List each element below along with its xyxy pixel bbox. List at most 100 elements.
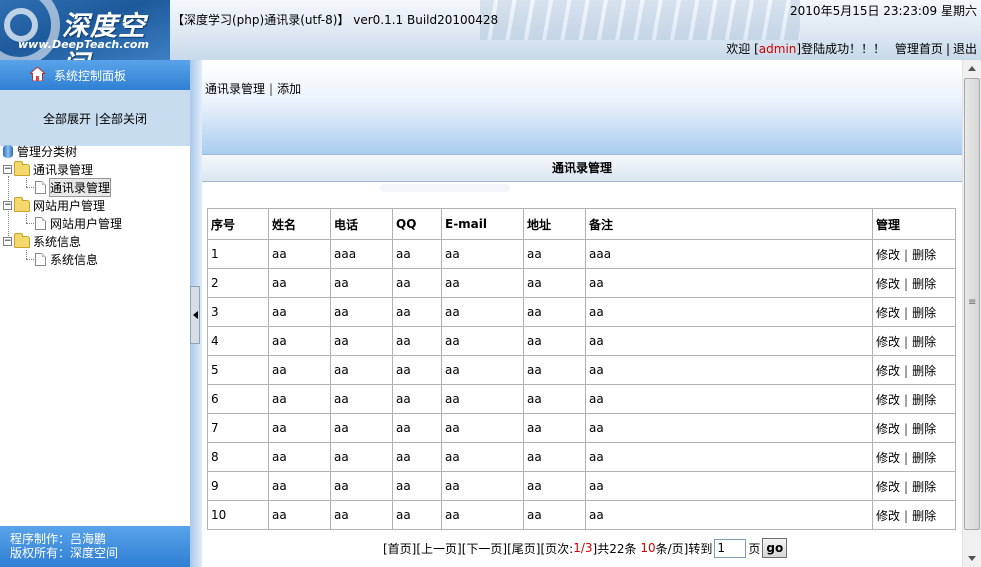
cell-email: aa [441, 471, 524, 501]
expand-bar: 全部展开 |全部关闭 [0, 90, 190, 146]
logout-link[interactable]: 退出 [953, 42, 977, 56]
header: 深度空间 www.DeepTeach.com 【深度学习(php)通讯录(utf… [0, 0, 981, 60]
edit-link[interactable]: 修改 [876, 248, 900, 262]
cell-id: 5 [207, 355, 269, 385]
table-row: 5 aa aa aa aa aa aa 修改 | 删除 [207, 355, 956, 385]
main-content: 通讯录管理 | 添加 通讯录管理 序号 姓名 电话 QQ E-mail 地址 备注 … [202, 60, 962, 567]
table-row: 1 aa aaa aa aa aa aaa 修改 | 删除 [207, 239, 956, 269]
tree-node-system-info[interactable]: − 系统信息 [3, 232, 81, 250]
cell-phone: aaa [330, 239, 393, 269]
edit-link[interactable]: 修改 [876, 393, 900, 407]
delete-link[interactable]: 删除 [912, 451, 936, 465]
nav-add-link[interactable]: 添加 [277, 82, 301, 96]
edit-link[interactable]: 修改 [876, 306, 900, 320]
cell-id: 7 [207, 413, 269, 443]
cell-actions: 修改 | 删除 [872, 442, 956, 472]
tree-node-site-users[interactable]: − 网站用户管理 [3, 196, 105, 214]
last-page-link[interactable]: [尾页] [507, 540, 540, 557]
cell-name: aa [268, 355, 331, 385]
tree-leaf-label: 通讯录管理 [48, 178, 112, 197]
table-row: 10 aa aa aa aa aa aa 修改 | 删除 [207, 500, 956, 530]
delete-link[interactable]: 删除 [912, 306, 936, 320]
delete-link[interactable]: 删除 [912, 480, 936, 494]
cell-note: aaa [585, 239, 873, 269]
collapse-toggle-icon[interactable]: − [3, 237, 12, 246]
collapse-toggle-icon[interactable]: − [3, 165, 12, 174]
edit-link[interactable]: 修改 [876, 364, 900, 378]
cell-qq: aa [392, 413, 442, 443]
cell-id: 4 [207, 326, 269, 356]
panel-splitter[interactable] [190, 60, 202, 567]
table-row: 3 aa aa aa aa aa aa 修改 | 删除 [207, 297, 956, 327]
pagination: [首页] [上一页] [下一页] [尾页] [页次: 1/3]共22条 10 条/页… [383, 538, 788, 558]
cell-phone: aa [330, 500, 393, 530]
cell-address: aa [523, 413, 586, 443]
cell-actions: 修改 | 删除 [872, 326, 956, 356]
cell-qq: aa [392, 442, 442, 472]
cell-id: 6 [207, 384, 269, 414]
delete-link[interactable]: 删除 [912, 364, 936, 378]
tree-leaf-contacts[interactable]: 通讯录管理 [35, 178, 112, 197]
tree-root-label: 管理分类树 [17, 145, 78, 159]
edit-link[interactable]: 修改 [876, 422, 900, 436]
table-row: 4 aa aa aa aa aa aa 修改 | 删除 [207, 326, 956, 356]
cell-qq: aa [392, 268, 442, 298]
expand-all-link[interactable]: 全部展开 [43, 112, 91, 126]
delete-link[interactable]: 删除 [912, 277, 936, 291]
delete-link[interactable]: 删除 [912, 335, 936, 349]
go-button[interactable]: go [762, 538, 788, 558]
vertical-scrollbar[interactable] [962, 60, 981, 567]
tree-leaf-system-info[interactable]: 系统信息 [35, 251, 98, 268]
scroll-up-arrow-icon[interactable] [963, 60, 981, 77]
edit-link[interactable]: 修改 [876, 480, 900, 494]
cell-phone: aa [330, 326, 393, 356]
logo-eye-icon [4, 8, 38, 42]
sidebar-title: 系统控制面板 [54, 68, 127, 83]
cell-phone: aa [330, 471, 393, 501]
edit-link[interactable]: 修改 [876, 509, 900, 523]
cell-address: aa [523, 471, 586, 501]
keyboard-banner-image [480, 0, 800, 40]
tree-node-contacts[interactable]: − 通讯录管理 [3, 160, 93, 178]
cell-address: aa [523, 384, 586, 414]
cell-email: aa [441, 297, 524, 327]
goto-label: 转到 [688, 541, 713, 556]
tree-leaf-site-users[interactable]: 网站用户管理 [35, 215, 122, 232]
category-tree: 管理分类树 − 通讯录管理 通讯录管理 − 网站用户管理 网站用户管理 − 系统… [0, 145, 190, 526]
edit-link[interactable]: 修改 [876, 335, 900, 349]
cell-note: aa [585, 413, 873, 443]
prev-page-link[interactable]: [上一页] [416, 540, 461, 557]
cell-phone: aa [330, 413, 393, 443]
delete-link[interactable]: 删除 [912, 248, 936, 262]
per-page-count: 10 [640, 541, 656, 555]
collapse-all-link[interactable]: 全部关闭 [99, 112, 147, 126]
delete-link[interactable]: 删除 [912, 393, 936, 407]
nav-manage-link[interactable]: 通讯录管理 [205, 82, 265, 96]
cell-qq: aa [392, 384, 442, 414]
table-row: 2 aa aa aa aa aa aa 修改 | 删除 [207, 268, 956, 298]
cell-phone: aa [330, 384, 393, 414]
collapse-toggle-icon[interactable]: − [3, 201, 12, 210]
collapse-sidebar-arrow-icon[interactable] [190, 286, 200, 344]
cell-email: aa [441, 500, 524, 530]
expand-links: 全部展开 |全部关闭 [43, 112, 147, 126]
credit-copyright: 版权所有：深度空间 [10, 546, 119, 560]
scroll-down-arrow-icon[interactable] [963, 550, 981, 567]
next-page-link[interactable]: [下一页] [462, 540, 507, 557]
cell-email: aa [441, 442, 524, 472]
column-header: 姓名 [268, 208, 331, 240]
page-number-input[interactable] [714, 538, 747, 558]
first-page-link[interactable]: [首页] [383, 540, 416, 557]
datetime: 2010年5月15日 23:23:09 星期六 [790, 4, 977, 18]
edit-link[interactable]: 修改 [876, 277, 900, 291]
column-header: 备注 [585, 208, 873, 240]
welcome-prefix: 欢迎 [ [726, 42, 759, 56]
scroll-thumb[interactable] [964, 78, 980, 530]
delete-link[interactable]: 删除 [912, 422, 936, 436]
page-label: [页次: [540, 541, 574, 556]
cell-actions: 修改 | 删除 [872, 471, 956, 501]
edit-link[interactable]: 修改 [876, 451, 900, 465]
admin-home-link[interactable]: 管理首页 [895, 42, 943, 56]
logo: 深度空间 www.DeepTeach.com [0, 0, 170, 60]
delete-link[interactable]: 删除 [912, 509, 936, 523]
